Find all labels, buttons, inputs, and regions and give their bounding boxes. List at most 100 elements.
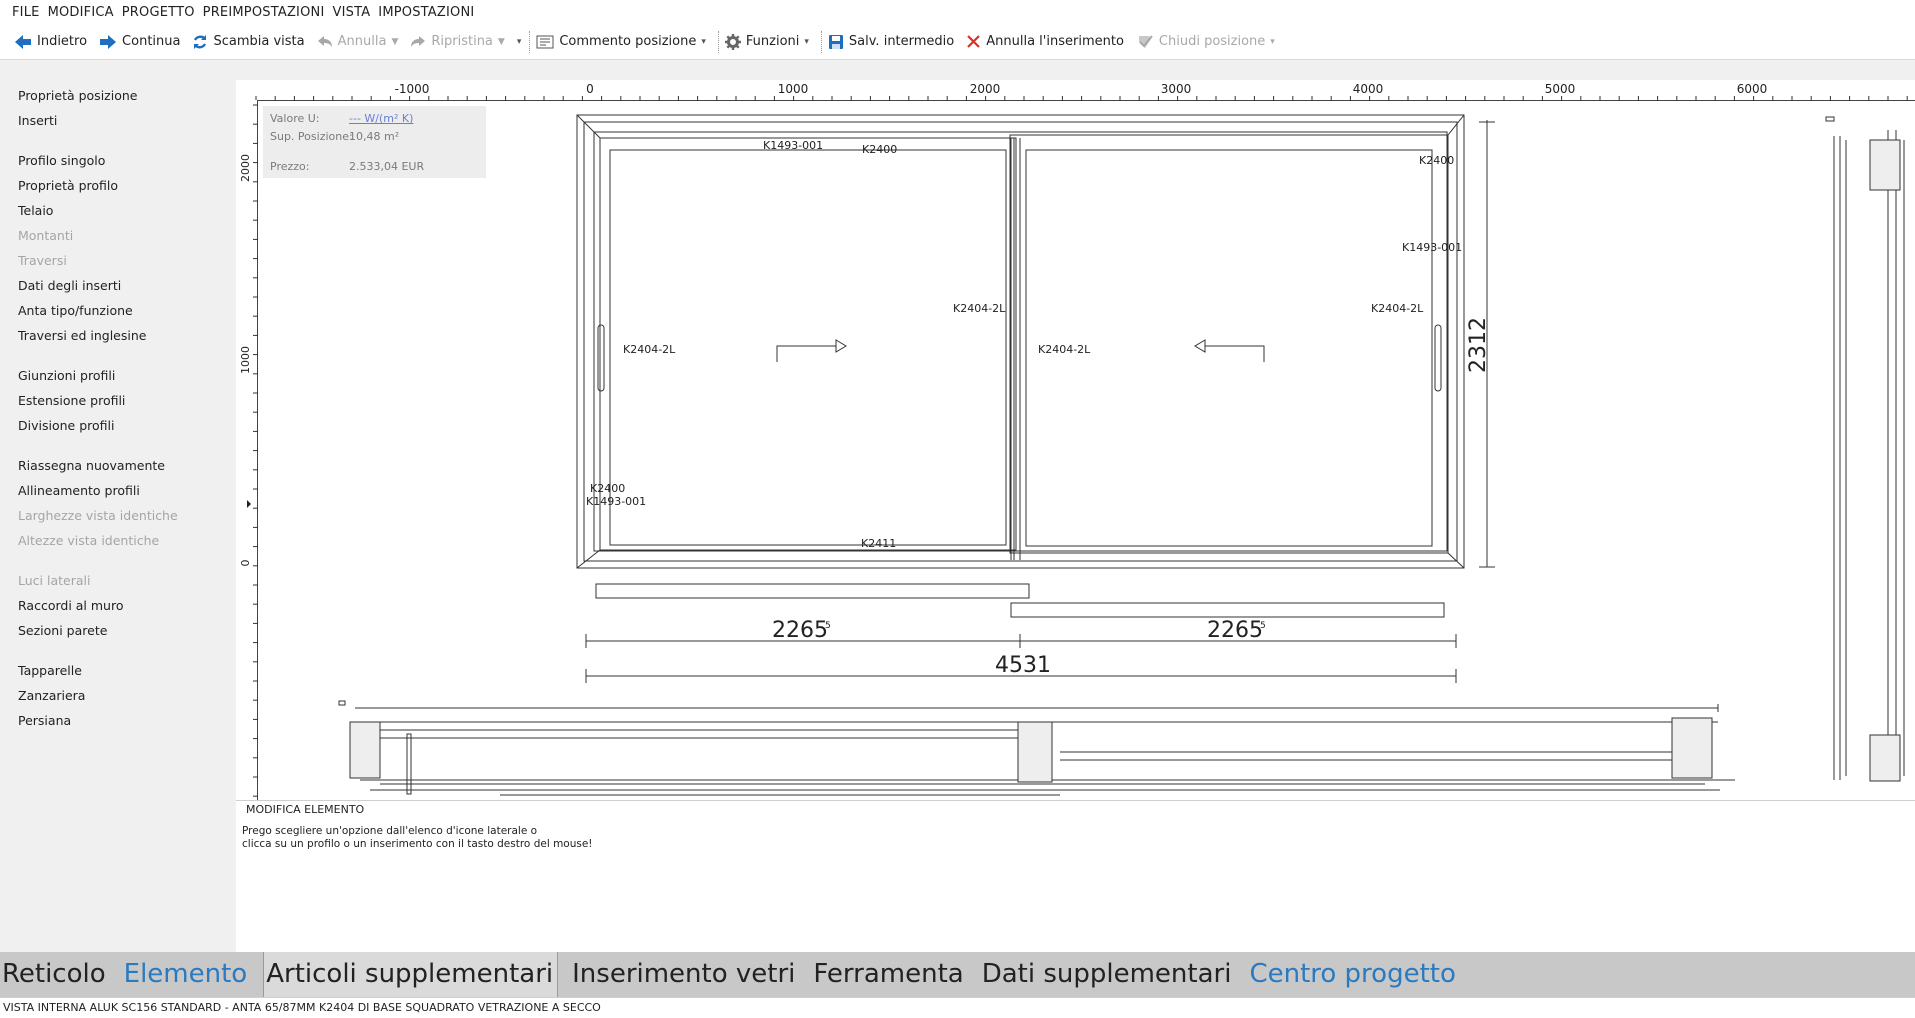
message-panel: MODIFICA ELEMENTO Prego scegliere un'opz… [236, 800, 1915, 952]
sidebar-item-profilo-singolo[interactable]: Profilo singolo [18, 153, 105, 168]
redo-button[interactable]: Ripristina ▼ [410, 29, 505, 55]
sidebar-item-proprieta-posizione[interactable]: Proprietà posizione [18, 88, 137, 103]
tab-elemento[interactable]: Elemento [122, 952, 252, 997]
tab-inserimento-vetri[interactable]: Inserimento vetri [570, 952, 799, 997]
price-label: Prezzo: [270, 160, 310, 173]
u-value-link[interactable]: --- W/(m² K) [349, 112, 413, 125]
sidebar-item-estensione-profili[interactable]: Estensione profili [18, 393, 125, 408]
ruler-label: 2000 [970, 82, 1001, 96]
profile-label[interactable]: K2400 [862, 143, 897, 156]
back-button[interactable]: Indietro [14, 29, 87, 55]
status-bar: VISTA INTERNA ALUK SC156 STANDARD - ANTA… [0, 997, 1915, 1018]
sidebar-item-allineamento-profili[interactable]: Allineamento profili [18, 483, 140, 498]
sidebar-item-larghezze-vista[interactable]: Larghezze vista identiche [18, 508, 178, 523]
cancel-insert-button[interactable]: Annulla l'inserimento [966, 29, 1124, 55]
menu-progetto[interactable]: PROGETTO [122, 5, 195, 20]
sidebar-item-divisione-profili[interactable]: Divisione profili [18, 418, 114, 433]
close-position-button[interactable]: Chiudi posizione ▾ [1136, 29, 1275, 55]
bottom-tab-bar: Reticolo Elemento Articoli supplementari… [0, 952, 1915, 997]
sidebar-item-traversi-inglesine[interactable]: Traversi ed inglesine [18, 328, 146, 343]
undo-label: Annulla [337, 34, 387, 49]
chevron-down-icon[interactable]: ▾ [804, 37, 809, 47]
comment-position-button[interactable]: Commento posizione ▾ [536, 29, 706, 55]
profile-label[interactable]: K2400 [1419, 154, 1454, 167]
profile-label[interactable]: K2404-2L [1371, 302, 1424, 315]
sidebar-item-riassegna[interactable]: Riassegna nuovamente [18, 458, 165, 473]
menu-preimpostazioni[interactable]: PREIMPOSTAZIONI [203, 5, 325, 20]
tab-centro-progetto[interactable]: Centro progetto [1247, 952, 1459, 997]
area-label: Sup. Posizione: [270, 130, 353, 143]
undo-button[interactable]: Annulla ▼ [317, 29, 398, 55]
ruler-label: 1000 [778, 82, 809, 96]
menu-impostazioni[interactable]: IMPOSTAZIONI [378, 5, 474, 20]
drawing-canvas[interactable] [236, 80, 1915, 800]
ruler-label: 4000 [1353, 82, 1384, 96]
save-intermediate-label: Salv. intermedio [848, 34, 955, 49]
ruler-label: 3000 [1161, 82, 1192, 96]
sidebar-item-proprieta-profilo[interactable]: Proprietà profilo [18, 178, 118, 193]
sidebar-item-tapparelle[interactable]: Tapparelle [18, 663, 82, 678]
profile-label[interactable]: K2400 [590, 482, 625, 495]
cancel-insert-label: Annulla l'inserimento [986, 34, 1124, 49]
sidebar-item-anta-tipo[interactable]: Anta tipo/funzione [18, 303, 133, 318]
ruler-label: 0 [239, 560, 252, 567]
sidebar-item-altezze-vista[interactable]: Altezze vista identiche [18, 533, 159, 548]
ruler-label: 2000 [239, 154, 252, 182]
toolbar-separator [717, 30, 719, 53]
profile-label[interactable]: K1493-001 [763, 139, 823, 152]
chevron-down-icon[interactable]: ▼ [498, 37, 505, 47]
menu-vista[interactable]: VISTA [332, 5, 370, 20]
sidebar-item-raccordi-muro[interactable]: Raccordi al muro [18, 598, 123, 613]
chevron-down-icon[interactable]: ▼ [391, 37, 398, 47]
next-button[interactable]: Continua [99, 29, 180, 55]
profile-label[interactable]: K2404-2L [1038, 343, 1091, 356]
toolbar-overflow-icon[interactable]: ▾ [517, 37, 522, 47]
functions-button[interactable]: Funzioni ▾ [724, 29, 809, 55]
sidebar-item-luci-laterali[interactable]: Luci laterali [18, 573, 90, 588]
toolbar-separator [820, 30, 822, 53]
sidebar-item-dati-inserti[interactable]: Dati degli inserti [18, 278, 121, 293]
save-icon [828, 34, 843, 49]
profile-label[interactable]: K2404-2L [623, 343, 676, 356]
ruler-label: -1000 [395, 82, 430, 96]
comment-icon [536, 35, 554, 48]
redo-icon [411, 35, 426, 47]
menu-bar: FILE MODIFICA PROGETTO PREIMPOSTAZIONI V… [0, 0, 1915, 24]
message-line: clicca su un profilo o un inserimento co… [242, 838, 593, 850]
tab-ferramenta[interactable]: Ferramenta [811, 952, 967, 997]
tab-dati-supplementari[interactable]: Dati supplementari [980, 952, 1236, 997]
close-position-label: Chiudi posizione [1158, 34, 1266, 49]
sidebar-item-giunzioni-profili[interactable]: Giunzioni profili [18, 368, 115, 383]
sidebar-item-traversi[interactable]: Traversi [18, 253, 67, 268]
profile-label[interactable]: K2404-2L [953, 302, 1006, 315]
menu-file[interactable]: FILE [12, 5, 40, 20]
save-intermediate-button[interactable]: Salv. intermedio [828, 29, 954, 55]
sidebar-item-zanzariera[interactable]: Zanzariera [18, 688, 85, 703]
profile-label[interactable]: K1493-001 [586, 495, 646, 508]
back-label: Indietro [37, 34, 88, 49]
tab-reticolo[interactable]: Reticolo [0, 952, 110, 997]
undo-icon [317, 35, 332, 47]
chevron-down-icon[interactable]: ▾ [1270, 37, 1275, 47]
menu-modifica[interactable]: MODIFICA [48, 5, 114, 20]
sidebar-item-sezioni-parete[interactable]: Sezioni parete [18, 623, 107, 638]
price-value: 2.533,04 EUR [349, 160, 425, 173]
sidebar-item-inserti[interactable]: Inserti [18, 113, 57, 128]
chevron-down-icon[interactable]: ▾ [701, 37, 706, 47]
sidebar-item-telaio[interactable]: Telaio [18, 203, 53, 218]
sidebar-item-persiana[interactable]: Persiana [18, 713, 71, 728]
horizontal-ruler-ticks: -1000 0 1000 2000 3000 4000 5000 6000 [255, 82, 1908, 101]
toolbar-separator [529, 30, 531, 53]
tab-articoli-supplementari[interactable]: Articoli supplementari [263, 952, 559, 997]
close-position-icon [1138, 34, 1153, 48]
close-icon [967, 35, 981, 48]
sidebar: Proprietà posizione Inserti Profilo sing… [0, 62, 236, 952]
ruler-marker-icon [247, 500, 251, 508]
swap-view-button[interactable]: Scambia vista [192, 29, 305, 55]
area-value: 10,48 m² [349, 130, 400, 143]
profile-label[interactable]: K1493-001 [1402, 241, 1462, 254]
swap-view-label: Scambia vista [213, 34, 305, 49]
profile-label[interactable]: K2411 [861, 537, 896, 550]
next-label: Continua [122, 34, 181, 49]
sidebar-item-montanti[interactable]: Montanti [18, 228, 73, 243]
